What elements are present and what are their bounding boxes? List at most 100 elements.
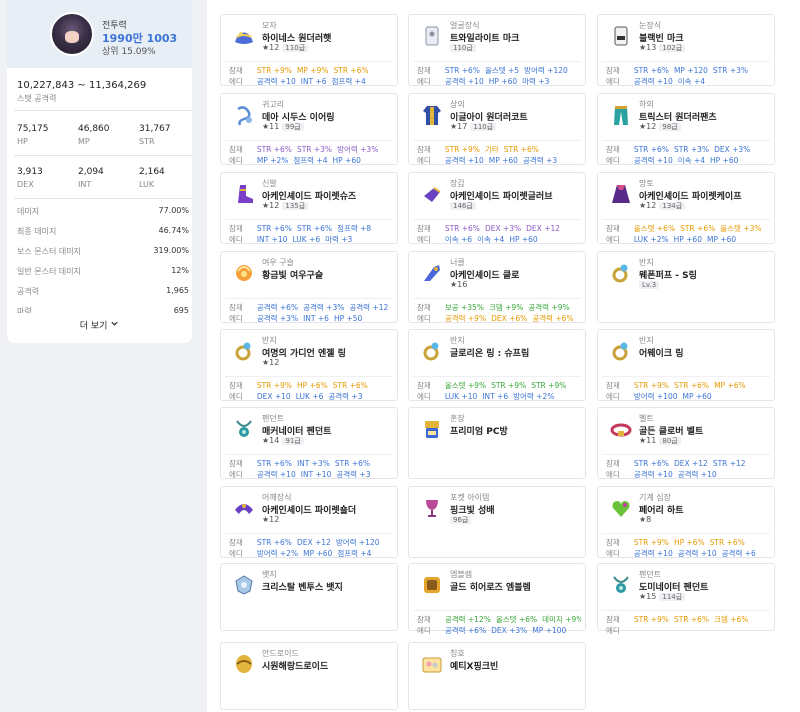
equipment-card[interactable]: 너클 아케인셰이드 클로 ★16 잠재 보공 +35% 크뎀 +9% 공격력 +9% 에디 공격… <box>408 251 586 323</box>
item-level-badge: 146급 <box>450 202 476 210</box>
option-value: 올스텟 +9% <box>444 381 487 390</box>
equipment-card[interactable]: 엠블렘 골드 히어로즈 엠블렘 잠재 공격력 +12% 올스텟 +6% 데미지 +9% 에디… <box>408 563 586 635</box>
option-value: INT +6 <box>303 314 329 323</box>
equipment-card[interactable]: 반지 여명의 가디언 엔젤 링 ★12 잠재 STR +9% HP +6% STR +6% 에… <box>220 329 398 401</box>
stat-luk: 2,164 LUK <box>139 167 165 189</box>
star-force: ★12 <box>262 201 279 210</box>
equipment-card[interactable]: 포켓 아이템 핑크빛 성배 96급 <box>408 486 586 558</box>
row-label: 잠재 <box>606 224 620 233</box>
potential-row: 잠재 STR +6% DEX +12 STR +12 <box>606 458 770 469</box>
option-value: STR +6% <box>296 224 333 233</box>
option-value: MP +60 <box>682 392 712 401</box>
row-label: 잠재 <box>229 538 243 547</box>
equipment-card[interactable]: 망토 아케인셰이드 파이렛케이프 ★12 134급 잠재 올스텟 +6% STR +6% 올스… <box>597 172 775 244</box>
row-label: 에디 <box>606 626 620 635</box>
row-label: 잠재 <box>606 538 620 547</box>
option-value: LUK +10 <box>444 392 478 401</box>
stat-row-boss-damage: 보스 몬스터 데미지 319.00% <box>17 246 189 256</box>
item-level-badge: 110급 <box>282 44 309 52</box>
item-category: 뱃지 <box>262 570 277 579</box>
item-name: 어웨이크 링 <box>639 349 684 359</box>
item-category: 칭호 <box>450 649 465 658</box>
equipment-card[interactable]: 얼굴장식 트와일라이트 마크 110급 잠재 STR +6% 올스텟 +5 방어력 +120… <box>408 14 586 86</box>
emblem-icon <box>419 572 445 598</box>
heart-icon <box>608 495 634 521</box>
star-force: ★13 <box>639 43 656 52</box>
divider <box>602 454 770 455</box>
equipment-card[interactable]: 뱃지 크리스탈 벤투스 뱃지 <box>220 563 398 631</box>
additional-row: 에디 DEX +10 LUK +6 공격력 +3 <box>229 391 393 402</box>
ring-icon <box>608 260 634 286</box>
option-value: HP +50 <box>333 314 363 323</box>
equipment-card[interactable]: 칭호예티X핑크빈 <box>408 642 586 710</box>
medal-icon <box>419 416 445 442</box>
potential-row: 잠재 STR +6% STR +3% 방어력 +3% <box>229 144 393 155</box>
equipment-card[interactable]: 여우 구슬 황금빛 여우구슬 잠재 공격력 +6% 공격력 +3% 공격력 +12 에디 공격… <box>220 251 398 323</box>
combat-power-rank: 상위 15.09% <box>102 47 156 57</box>
star-count: 13 <box>646 43 657 52</box>
item-level-badge: 134급 <box>659 202 686 210</box>
row-label: 에디 <box>229 549 243 558</box>
option-value: 공격력 +9% <box>444 314 487 323</box>
option-value: 방어력 +100 <box>633 392 678 401</box>
row-label: 에디 <box>229 470 243 479</box>
divider <box>413 140 581 141</box>
stat-attack-label: 스탯 공격력 <box>17 94 57 103</box>
equipment-card[interactable]: 훈장 프리미엄 PC방 <box>408 407 586 479</box>
option-value: STR +9% <box>633 381 669 390</box>
chevron-down-icon <box>110 313 119 339</box>
item-meta: ★13 102급 <box>639 43 686 53</box>
additional-row: 에디 공격력 +3% INT +6 HP +50 <box>229 313 393 324</box>
option-value: MP +120 <box>673 66 708 75</box>
option-value: LUK +6 <box>295 392 324 401</box>
item-meta: ★12 110급 <box>262 43 309 53</box>
star-count: 12 <box>646 201 657 210</box>
option-value: 이속 +4 <box>677 156 705 165</box>
additional-row: 에디 이속 +6 이속 +4 HP +60 <box>417 234 581 245</box>
equipment-card[interactable]: 어깨장식 아케인셰이드 파이렛숄더 ★12 잠재 STR +6% DEX +12 방어력 +… <box>220 486 398 558</box>
show-more-button[interactable]: 더 보기 <box>7 313 192 343</box>
row-label: 잠재 <box>229 66 243 75</box>
equipment-card[interactable]: 펜던트 매커네이터 펜던트 ★14 91급 잠재 STR +6% INT +3% STR +6… <box>220 407 398 479</box>
option-value: STR +9% <box>256 66 292 75</box>
equipment-card[interactable]: 상의 이글아이 원더러코트 ★17 110급 잠재 STR +9% 기타 STR +6% 에디 공… <box>408 93 586 165</box>
equipment-card[interactable]: 반지 글로리온 링 : 슈프림 잠재 올스텟 +9% STR +9% STR +9% 에디 L… <box>408 329 586 401</box>
option-value: INT +6 <box>482 392 509 401</box>
equipment-card[interactable]: 장갑 아케인셰이드 파이렛글러브 146급 잠재 STR +6% DEX +3% DEX +… <box>408 172 586 244</box>
potential-row: 잠재 공격력 +6% 공격력 +3% 공격력 +12 <box>229 302 393 313</box>
option-value: MP +100 <box>532 626 567 635</box>
item-name: 글로리온 링 : 슈프림 <box>450 349 530 359</box>
star-count: 12 <box>269 43 280 52</box>
equipment-card[interactable]: 신발 아케인셰이드 파이렛슈즈 ★12 135급 잠재 STR +6% STR +6% 점프력… <box>220 172 398 244</box>
item-level-badge: 110급 <box>470 123 497 131</box>
shoes-icon <box>231 181 257 207</box>
equipment-card[interactable]: 하의 트릭스터 원더러팬츠 ★12 98급 잠재 STR +6% STR +3% DEX +3… <box>597 93 775 165</box>
equipment-grid: 모자 하이네스 원더러햇 ★12 110급 잠재 STR +9% MP +9% STR +6%… <box>207 0 800 712</box>
shoulder-icon <box>231 495 257 521</box>
equipment-card[interactable]: 반지 웨폰퍼프 - S링 Lv.3 <box>597 251 775 323</box>
row-label: 에디 <box>417 156 431 165</box>
divider <box>225 61 393 62</box>
equipment-card[interactable]: 눈장식 블랙빈 마크 ★13 102급 잠재 STR +6% MP +120 STR +3% 에… <box>597 14 775 86</box>
equipment-card[interactable]: 펜던트 도미네이터 펜던트 ★15 114급 잠재 STR +9% STR +6% 크뎀 +6… <box>597 563 775 635</box>
divider <box>602 610 770 611</box>
star-force: ★12 <box>262 43 279 52</box>
star-count: 12 <box>269 201 280 210</box>
option-value: 이속 +4 <box>677 77 705 86</box>
equipment-card[interactable]: 모자 하이네스 원더러햇 ★12 110급 잠재 STR +9% MP +9% STR +6%… <box>220 14 398 86</box>
equipment-card[interactable]: 벨트 골든 클로버 벨트 ★11 80급 잠재 STR +6% DEX +12 STR +12… <box>597 407 775 479</box>
equipment-card[interactable]: 귀고리 데아 시두스 이어링 ★11 99급 잠재 STR +6% STR +3% 방어력 +… <box>220 93 398 165</box>
equipment-card[interactable]: 기계 심장 페어리 하트 ★8 잠재 STR +9% HP +6% STR +6% 에디 공격력… <box>597 486 775 558</box>
row-label: 잠재 <box>417 381 431 390</box>
equipment-card[interactable]: 안드로이드 시원해랑드로이드 <box>220 642 398 710</box>
equipment-card[interactable]: 반지 어웨이크 링 잠재 STR +9% STR +6% MP +6% 에디 방어력 +100… <box>597 329 775 401</box>
row-label: 에디 <box>417 235 431 244</box>
item-name: 예티X핑크빈 <box>450 662 499 672</box>
item-name: 황금빛 여우구슬 <box>262 271 324 281</box>
item-name: 프리미엄 PC방 <box>450 427 508 437</box>
option-value: STR +6% <box>256 224 292 233</box>
row-label: 에디 <box>606 549 620 558</box>
item-category: 모자 <box>262 21 277 30</box>
potential-row: 잠재 STR +9% STR +6% 크뎀 +6% <box>606 614 770 625</box>
option-value: HP +60 <box>673 235 702 244</box>
